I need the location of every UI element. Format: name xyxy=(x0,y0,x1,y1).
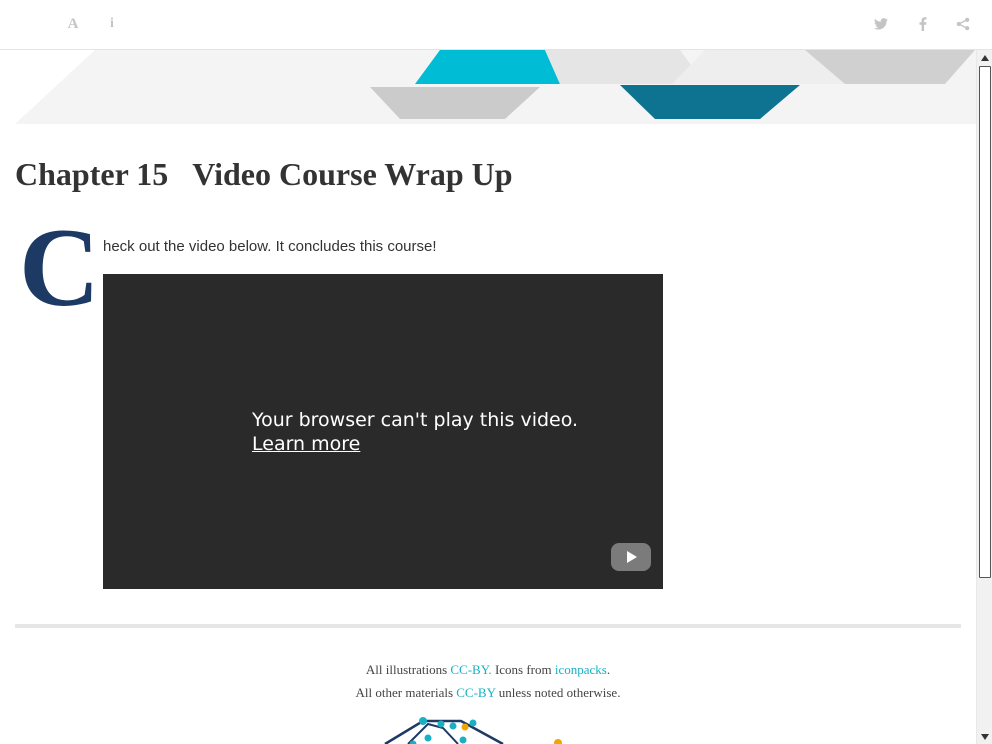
top-toolbar: A i xyxy=(0,0,992,50)
scroll-up-arrow-icon[interactable] xyxy=(977,50,992,65)
footer-text: Icons from xyxy=(491,662,555,677)
iconpacks-link[interactable]: iconpacks xyxy=(555,662,607,677)
cc-by-link[interactable]: CC-BY xyxy=(456,685,495,700)
license-footer: All illustrations CC-BY. Icons from icon… xyxy=(15,658,961,704)
chapter-banner-graphic xyxy=(15,50,976,124)
chapter-title: Video Course Wrap Up xyxy=(192,156,513,192)
footer-text: All other materials xyxy=(355,685,457,700)
vertical-scrollbar[interactable] xyxy=(976,50,992,744)
chapter-heading: Chapter 15 Video Course Wrap Up xyxy=(15,156,513,193)
footer-text: unless noted otherwise. xyxy=(495,685,621,700)
youtube-logo-icon[interactable] xyxy=(611,543,651,571)
footer-text: All illustrations xyxy=(365,662,451,677)
network-illustration-icon xyxy=(384,717,562,744)
scroll-down-arrow-icon[interactable] xyxy=(977,729,992,744)
chapter-number: Chapter 15 xyxy=(15,156,169,192)
facebook-icon[interactable] xyxy=(911,12,935,36)
cc-by-link[interactable]: CC-BY. xyxy=(450,662,491,677)
footer-line-1: All illustrations CC-BY. Icons from icon… xyxy=(15,658,961,681)
drop-cap: C xyxy=(19,206,100,330)
footer-text: . xyxy=(606,662,611,677)
share-icon[interactable] xyxy=(951,12,975,36)
video-error-message: Your browser can't play this video. Lear… xyxy=(252,408,578,456)
section-divider xyxy=(15,624,961,628)
footer-line-2: All other materials CC-BY unless noted o… xyxy=(15,681,961,704)
twitter-icon[interactable] xyxy=(869,12,893,36)
info-icon[interactable]: i xyxy=(100,12,124,36)
scrollbar-thumb[interactable] xyxy=(979,66,991,578)
video-error-text: Your browser can't play this video. xyxy=(252,409,579,431)
intro-text: heck out the video below. It concludes t… xyxy=(103,238,437,255)
video-player[interactable]: Your browser can't play this video. Lear… xyxy=(103,274,663,589)
learn-more-link[interactable]: Learn more xyxy=(252,432,578,456)
font-settings-icon[interactable]: A xyxy=(61,12,85,36)
